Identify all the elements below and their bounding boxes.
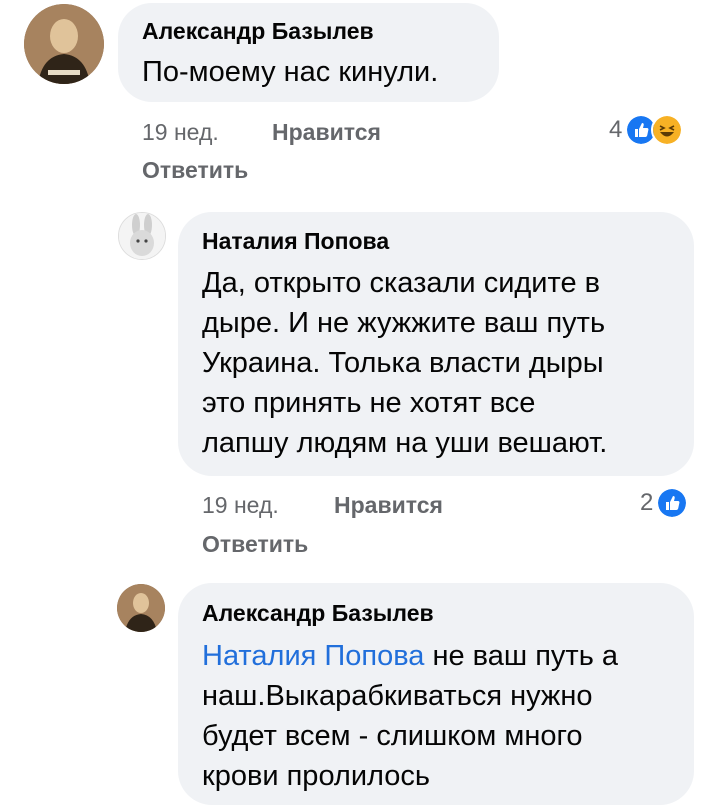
comment-author[interactable]: Александр Базылев [202, 600, 434, 627]
like-button[interactable]: Нравится [272, 119, 381, 146]
reply-button[interactable]: Ответить [142, 157, 248, 184]
avatar-photo [117, 584, 165, 632]
avatar[interactable] [117, 584, 165, 632]
comment-text-line: По-моему нас кинули. [142, 56, 439, 88]
avatar-photo [119, 213, 165, 259]
comment-text-line: лапшу людям на уши вешают. [202, 427, 608, 459]
comment-time[interactable]: 19 нед. [202, 492, 279, 519]
comment-text: По-моему нас кинули. [142, 52, 438, 92]
mention-link[interactable]: Наталия Попова [202, 640, 424, 672]
comment-text-line: дыре. И не жужжите ваш путь [202, 307, 606, 339]
comment-text-line: Да, открыто сказали сидите в [202, 267, 601, 299]
comment-text-line: это принять не хотят все [202, 387, 536, 419]
comment-text-line: крови пролилось [202, 760, 431, 792]
like-icon [656, 487, 689, 519]
comment-author[interactable]: Александр Базылев [142, 18, 374, 45]
like-button[interactable]: Нравится [334, 492, 443, 519]
avatar-photo [24, 4, 104, 84]
avatar[interactable] [118, 212, 166, 260]
reaction-count: 2 [640, 489, 654, 516]
comment-text-line: будет всем - слишком много [202, 720, 583, 752]
comment-author[interactable]: Наталия Попова [202, 228, 389, 255]
reply-button[interactable]: Ответить [202, 531, 308, 558]
haha-icon [651, 114, 684, 146]
reaction-count: 4 [609, 116, 623, 143]
reaction-summary[interactable]: 2 [640, 487, 689, 519]
reaction-summary[interactable]: 4 [609, 114, 684, 146]
comment-text-line: Украина. Толька власти дыры [202, 347, 604, 379]
comment-text: Да, открыто сказали сидите в дыре. И не … [202, 263, 607, 463]
comment-text-segment: не ваш путь а [424, 640, 618, 672]
avatar[interactable] [24, 4, 104, 84]
comment-text: Наталия Попова не ваш путь а наш.Выкараб… [202, 636, 618, 796]
comment-text-line: наш.Выкарабкиваться нужно [202, 680, 593, 712]
comment-time[interactable]: 19 нед. [142, 119, 219, 146]
comment-text-line: Наталия Попова не ваш путь а [202, 636, 618, 676]
